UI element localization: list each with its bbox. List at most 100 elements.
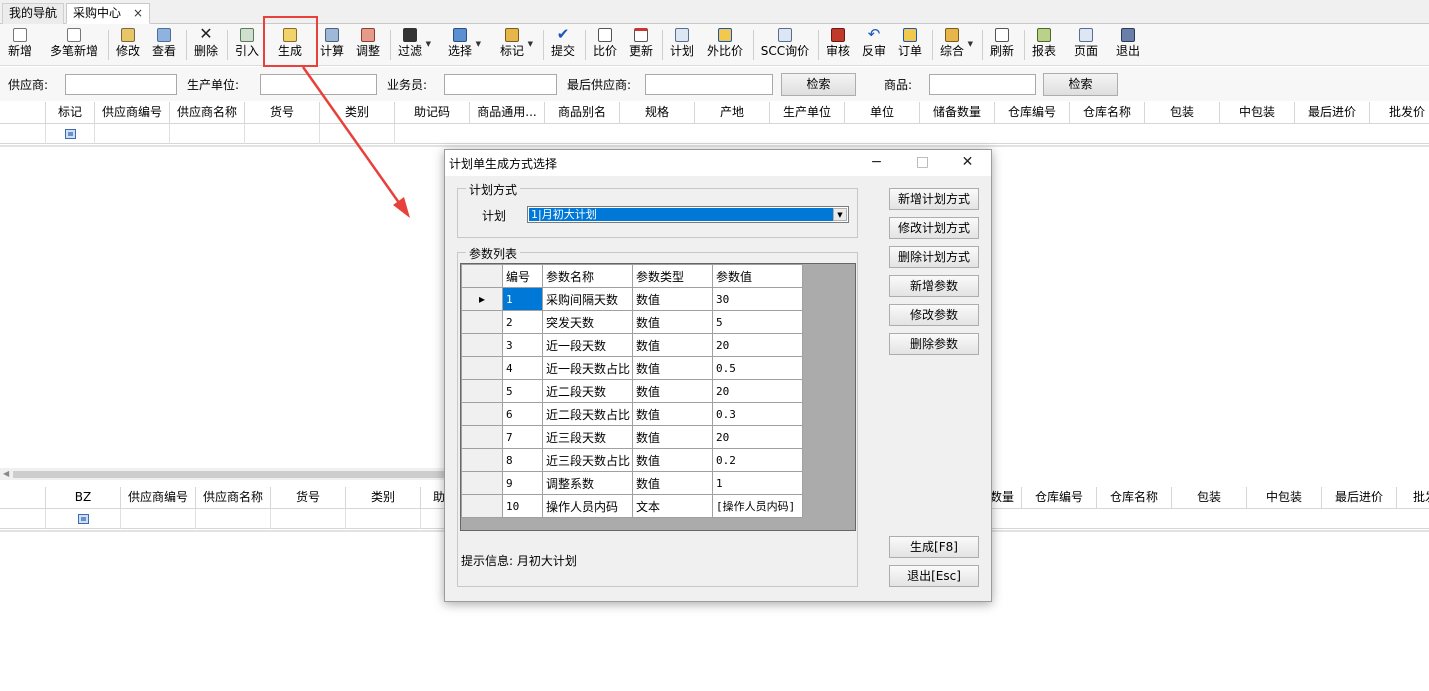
column-header[interactable]: 参数名称 [542, 264, 633, 288]
ext-compare-button[interactable]: 外比价 [705, 26, 745, 64]
multi-new-button[interactable]: 多笔新增 [48, 26, 100, 64]
cell-value[interactable]: [操作人员内码] [712, 494, 803, 518]
cell-name[interactable]: 采购间隔天数 [542, 287, 633, 311]
edit-button[interactable]: 修改 [114, 26, 142, 64]
column-header[interactable]: 仓库编号 [995, 102, 1070, 124]
column-header[interactable]: 仓库名称 [1097, 487, 1172, 509]
column-header[interactable]: 生产单位 [770, 102, 845, 124]
plan-button[interactable]: 计划 [668, 26, 696, 64]
cell-id[interactable]: 10 [502, 494, 543, 518]
column-header[interactable]: 供应商编号 [95, 102, 170, 124]
table-row[interactable]: 5 近二段天数 数值 20 [461, 379, 803, 403]
column-header[interactable]: 批发价 [1370, 102, 1429, 124]
submit-button[interactable]: ✔ 提交 [549, 26, 577, 64]
cell-value[interactable]: 20 [712, 425, 803, 449]
cell-type[interactable]: 数值 [632, 310, 713, 334]
cell-value[interactable]: 30 [712, 287, 803, 311]
delete-button[interactable]: ✕ 删除 [192, 26, 220, 64]
select-button[interactable]: 选择 ▼ [446, 26, 481, 64]
column-header[interactable]: 包装 [1172, 487, 1247, 509]
cell-name[interactable]: 突发天数 [542, 310, 633, 334]
scroll-left-icon[interactable]: ◀ [3, 469, 9, 478]
table-row[interactable]: 8 近三段天数占比 数值 0.2 [461, 448, 803, 472]
cell-name[interactable]: 近二段天数 [542, 379, 633, 403]
cell-id[interactable]: 6 [502, 402, 543, 426]
plan-select[interactable]: 1|月初大计划 ▼ [527, 206, 849, 223]
column-header[interactable]: 供应商名称 [170, 102, 245, 124]
mark-button[interactable]: 标记 ▼ [498, 26, 533, 64]
scc-inquiry-button[interactable]: SCC询价 [759, 26, 811, 64]
close-icon[interactable]: × [133, 4, 143, 23]
new-button[interactable]: 新增 [5, 26, 35, 64]
view-button[interactable]: 查看 [150, 26, 178, 64]
table-row[interactable]: 9 调整系数 数值 1 [461, 471, 803, 495]
add-plan-button[interactable]: 新增计划方式 [889, 188, 979, 210]
cell-id[interactable]: 1 [502, 287, 543, 311]
filter-cell[interactable] [346, 509, 421, 529]
cell-id[interactable]: 7 [502, 425, 543, 449]
cell-value[interactable]: 20 [712, 379, 803, 403]
cell-id[interactable]: 4 [502, 356, 543, 380]
cell-type[interactable]: 数值 [632, 356, 713, 380]
cell-type[interactable]: 数值 [632, 379, 713, 403]
column-header[interactable]: 仓库编号 [1022, 487, 1097, 509]
table-row[interactable]: ▸ 1 采购间隔天数 数值 30 [461, 287, 803, 311]
column-header[interactable]: 数量 [990, 487, 1022, 509]
import-button[interactable]: 引入 [233, 26, 261, 64]
column-header[interactable]: 最后进价 [1322, 487, 1397, 509]
supplier-input[interactable] [65, 74, 177, 95]
cell-value[interactable]: 0.2 [712, 448, 803, 472]
refresh-button[interactable]: 刷新 [988, 26, 1016, 64]
filter-cell[interactable] [121, 509, 196, 529]
table-row[interactable]: 6 近二段天数占比 数值 0.3 [461, 402, 803, 426]
tab-my-navigation[interactable]: 我的导航 [2, 3, 65, 24]
column-header[interactable]: BZ [46, 487, 121, 509]
cell-name[interactable]: 近三段天数占比 [542, 448, 633, 472]
cell-value[interactable]: 0.3 [712, 402, 803, 426]
checkbox-icon[interactable] [78, 514, 89, 524]
staff-input[interactable] [444, 74, 557, 95]
tab-purchase-center[interactable]: 采购中心 × [66, 3, 150, 24]
cell-type[interactable]: 数值 [632, 448, 713, 472]
cell-value[interactable]: 20 [712, 333, 803, 357]
column-header[interactable]: 供应商名称 [196, 487, 271, 509]
column-header[interactable]: 商品通用... [470, 102, 545, 124]
column-header[interactable]: 标记 [46, 102, 95, 124]
column-header[interactable]: 包装 [1145, 102, 1220, 124]
exit-esc-button[interactable]: 退出[Esc] [889, 565, 979, 587]
cell-value[interactable]: 5 [712, 310, 803, 334]
goods-input[interactable] [929, 74, 1036, 95]
minimize-icon[interactable]: − [854, 150, 899, 176]
exit-button[interactable]: 退出 [1114, 26, 1142, 64]
cell-name[interactable]: 近二段天数占比 [542, 402, 633, 426]
scrollbar-thumb[interactable] [13, 471, 445, 478]
table-row[interactable]: 7 近三段天数 数值 20 [461, 425, 803, 449]
column-header[interactable]: 类别 [346, 487, 421, 509]
edit-plan-button[interactable]: 修改计划方式 [889, 217, 979, 239]
cell-value[interactable]: 0.5 [712, 356, 803, 380]
bz-filter-cell[interactable] [46, 509, 121, 529]
page-button[interactable]: 页面 [1072, 26, 1100, 64]
audit-button[interactable]: 审核 [824, 26, 852, 64]
filter-cell[interactable] [245, 124, 320, 144]
column-header[interactable]: 中包装 [1220, 102, 1295, 124]
cell-type[interactable]: 数值 [632, 425, 713, 449]
column-header[interactable]: 单位 [845, 102, 920, 124]
last-supplier-input[interactable] [645, 74, 773, 95]
column-header[interactable]: 规格 [620, 102, 695, 124]
column-header[interactable]: 编号 [502, 264, 543, 288]
generate-f8-button[interactable]: 生成[F8] [889, 536, 979, 558]
checkbox-icon[interactable] [65, 129, 76, 139]
column-header[interactable]: 参数类型 [632, 264, 713, 288]
edit-param-button[interactable]: 修改参数 [889, 304, 979, 326]
cell-name[interactable]: 调整系数 [542, 471, 633, 495]
column-header[interactable]: 货号 [245, 102, 320, 124]
adjust-button[interactable]: 调整 [354, 26, 382, 64]
cell-type[interactable]: 数值 [632, 471, 713, 495]
filter-cell[interactable] [170, 124, 245, 144]
table-row[interactable]: 2 突发天数 数值 5 [461, 310, 803, 334]
dialog-title-bar[interactable]: 计划单生成方式选择 − □ ✕ [445, 150, 991, 176]
report-button[interactable]: 报表 [1030, 26, 1058, 64]
table-row[interactable]: 4 近一段天数占比 数值 0.5 [461, 356, 803, 380]
cell-type[interactable]: 数值 [632, 287, 713, 311]
